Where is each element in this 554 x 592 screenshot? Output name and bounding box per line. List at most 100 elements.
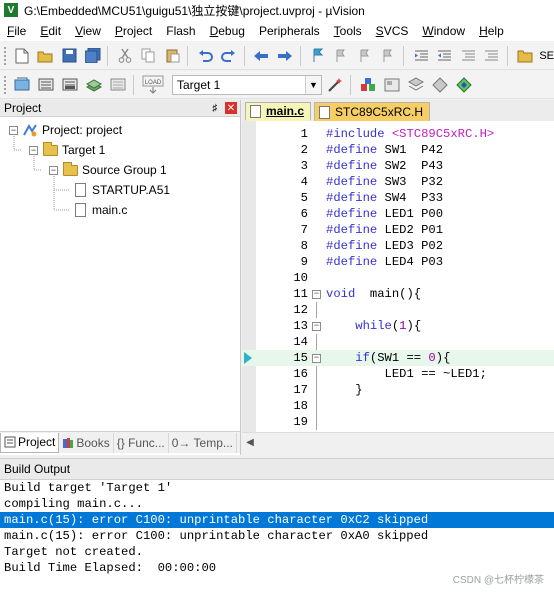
clear-bookmarks-icon[interactable] — [378, 45, 400, 67]
manage-project-items-icon[interactable] — [357, 74, 379, 96]
unindent-icon[interactable] — [434, 45, 456, 67]
code-line[interactable]: 1 #include <STC89C5xRC.H> — [242, 126, 554, 142]
tree-file-main[interactable]: main.c — [72, 201, 127, 219]
fold-collapse-icon[interactable]: − — [312, 322, 321, 331]
editor-horizontal-scrollbar[interactable]: ◀ — [242, 432, 554, 452]
code-line[interactable]: 18 — [242, 398, 554, 414]
menu-tools[interactable]: Tools — [327, 24, 369, 38]
prev-bookmark-icon[interactable] — [330, 45, 352, 67]
code-line[interactable]: 14 — [242, 334, 554, 350]
comment-selection-icon[interactable] — [457, 45, 479, 67]
tab-functions[interactable]: {} Func... — [114, 432, 169, 453]
code-text: #define LED1 P00 — [326, 207, 444, 221]
code-text: } — [326, 383, 363, 397]
fold-collapse-icon[interactable]: − — [312, 290, 321, 299]
code-editor[interactable]: 1 #include <STC89C5xRC.H> 2 #define SW1 P42… — [242, 121, 554, 432]
tree-file-startup[interactable]: STARTUP.A51 — [72, 181, 170, 199]
menu-project[interactable]: Project — [108, 24, 159, 38]
menu-edit[interactable]: Edit — [33, 24, 68, 38]
tree-project-root[interactable]: − Project: project — [9, 121, 122, 139]
tab-main-c[interactable]: main.c — [245, 102, 312, 121]
target-select[interactable]: Target 1 ▼ — [172, 74, 322, 95]
tab-project[interactable]: Project — [0, 432, 60, 453]
open-folder-icon[interactable] — [35, 45, 57, 67]
menu-debug[interactable]: Debug — [203, 24, 252, 38]
build-output-line[interactable]: Target not created. — [0, 544, 554, 560]
manage-components-icon[interactable] — [429, 74, 451, 96]
code-line[interactable]: 4 #define SW3 P32 — [242, 174, 554, 190]
batch-build-icon[interactable] — [83, 74, 105, 96]
translate-icon[interactable] — [11, 74, 33, 96]
pack-installer-icon[interactable] — [453, 74, 475, 96]
select-packs-icon[interactable] — [405, 74, 427, 96]
build-output-line[interactable]: Build target 'Target 1' — [0, 480, 554, 496]
build-output-line[interactable]: compiling main.c... — [0, 496, 554, 512]
code-line[interactable]: 11− void main(){ — [242, 286, 554, 302]
stop-build-icon[interactable] — [107, 74, 129, 96]
code-line[interactable]: 3 #define SW2 P43 — [242, 158, 554, 174]
chevron-down-icon[interactable]: ▼ — [305, 75, 321, 94]
code-line[interactable]: 7 #define LED2 P01 — [242, 222, 554, 238]
toolbar-grip[interactable] — [3, 74, 7, 95]
code-line[interactable]: 12 — [242, 302, 554, 318]
tree-target[interactable]: − Target 1 — [29, 141, 105, 159]
toolbar-grip[interactable] — [3, 45, 7, 66]
redo-icon[interactable] — [218, 45, 240, 67]
code-line[interactable]: 2 #define SW1 P42 — [242, 142, 554, 158]
menu-file[interactable]: File — [0, 24, 33, 38]
tab-stc89c5xrc-h[interactable]: STC89C5xRC.H — [314, 102, 431, 121]
tab-templates[interactable]: 0→ Temp... — [169, 432, 237, 453]
navigate-back-icon[interactable] — [251, 45, 273, 67]
code-line[interactable]: 19 — [242, 414, 554, 430]
copy-icon[interactable] — [138, 45, 160, 67]
save-all-icon[interactable] — [82, 45, 104, 67]
code-line[interactable]: 13− while(1){ — [242, 318, 554, 334]
menu-svcs[interactable]: SVCS — [369, 24, 416, 38]
menu-window[interactable]: Window — [415, 24, 472, 38]
collapse-icon[interactable]: − — [29, 145, 38, 155]
toolbar-separator — [133, 74, 134, 95]
file-extensions-icon[interactable] — [381, 74, 403, 96]
close-icon[interactable]: ✕ — [225, 102, 237, 114]
menu-peripherals[interactable]: Peripherals — [252, 24, 327, 38]
tab-books[interactable]: Books — [59, 432, 114, 453]
line-number: 14 — [293, 335, 308, 349]
cut-icon[interactable] — [114, 45, 136, 67]
find-in-files-icon[interactable] — [514, 45, 536, 67]
fold-collapse-icon[interactable]: − — [312, 354, 321, 363]
build-icon[interactable] — [35, 74, 57, 96]
code-line[interactable]: 10 — [242, 270, 554, 286]
menu-view[interactable]: View — [68, 24, 108, 38]
code-line[interactable]: 16 LED1 == ~LED1; — [242, 366, 554, 382]
navigate-forward-icon[interactable] — [274, 45, 296, 67]
menu-flash[interactable]: Flash — [159, 24, 202, 38]
indent-icon[interactable] — [410, 45, 432, 67]
uncomment-selection-icon[interactable] — [481, 45, 503, 67]
code-line[interactable]: 9 #define LED4 P03 — [242, 254, 554, 270]
tree-source-group[interactable]: − Source Group 1 — [49, 161, 167, 179]
code-line[interactable]: 6 #define LED1 P00 — [242, 206, 554, 222]
code-line[interactable]: 8 #define LED3 P02 — [242, 238, 554, 254]
code-line[interactable]: 17 } — [242, 382, 554, 398]
download-load-icon[interactable]: LOAD — [140, 74, 166, 96]
code-line[interactable]: 15− if(SW1 == 0){ — [242, 350, 554, 366]
build-output-line[interactable]: main.c(15): error C100: unprintable char… — [0, 528, 554, 544]
save-icon[interactable] — [58, 45, 80, 67]
build-output-line[interactable]: main.c(15): error C100: unprintable char… — [0, 512, 554, 528]
code-text: #define SW3 P32 — [326, 175, 444, 189]
undo-icon[interactable] — [194, 45, 216, 67]
collapse-icon[interactable]: − — [9, 125, 18, 135]
next-bookmark-icon[interactable] — [354, 45, 376, 67]
new-file-icon[interactable] — [11, 45, 33, 67]
code-text: #define SW4 P33 — [326, 191, 444, 205]
target-options-wand-icon[interactable] — [324, 74, 346, 96]
bookmark-icon[interactable] — [307, 45, 329, 67]
paste-icon[interactable] — [162, 45, 184, 67]
pin-icon[interactable]: ♯ — [209, 103, 221, 114]
uvision-app-icon: V — [4, 3, 18, 17]
rebuild-icon[interactable] — [59, 74, 81, 96]
collapse-icon[interactable]: − — [49, 165, 58, 175]
code-line[interactable]: 5 #define SW4 P33 — [242, 190, 554, 206]
menu-help[interactable]: Help — [472, 24, 511, 38]
scroll-left-icon[interactable]: ◀ — [242, 437, 258, 448]
